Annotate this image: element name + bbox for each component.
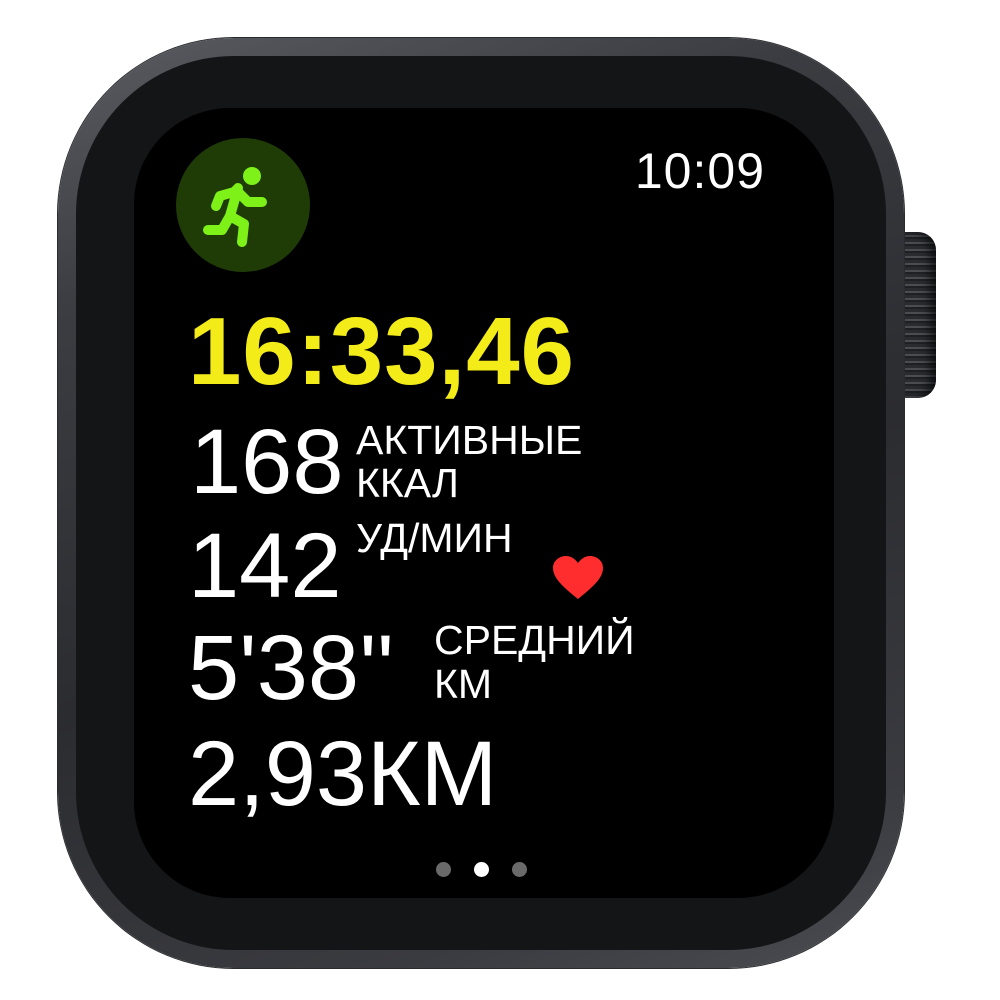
active-calories-label: АКТИВНЫЕ bbox=[356, 417, 583, 463]
active-calories-unit: ККАЛ bbox=[356, 460, 459, 506]
page-dot-1[interactable] bbox=[436, 862, 451, 877]
page-dot-2-active[interactable] bbox=[474, 862, 489, 877]
elapsed-time: 16:33,46 bbox=[188, 298, 575, 405]
clock-time: 10:09 bbox=[634, 143, 765, 199]
active-calories-value: 168 bbox=[190, 411, 344, 513]
pace-unit: КМ bbox=[434, 661, 493, 707]
distance-value: 2,93КМ bbox=[188, 723, 498, 825]
heart-rate-value: 142 bbox=[188, 515, 342, 617]
pace-value: 5'38'' bbox=[188, 617, 395, 719]
watch-device: 10:09 16:33,46 168 АКТИВНЫЕ ККАЛ 142 УД/… bbox=[0, 0, 1000, 1000]
pace-label: СРЕДНИЙ bbox=[434, 617, 635, 663]
heart-icon bbox=[553, 556, 603, 599]
running-figure-icon bbox=[203, 167, 267, 247]
heart-rate-unit: УД/МИН bbox=[356, 515, 513, 561]
page-dot-3[interactable] bbox=[512, 862, 527, 877]
workout-app-icon[interactable] bbox=[176, 138, 310, 272]
